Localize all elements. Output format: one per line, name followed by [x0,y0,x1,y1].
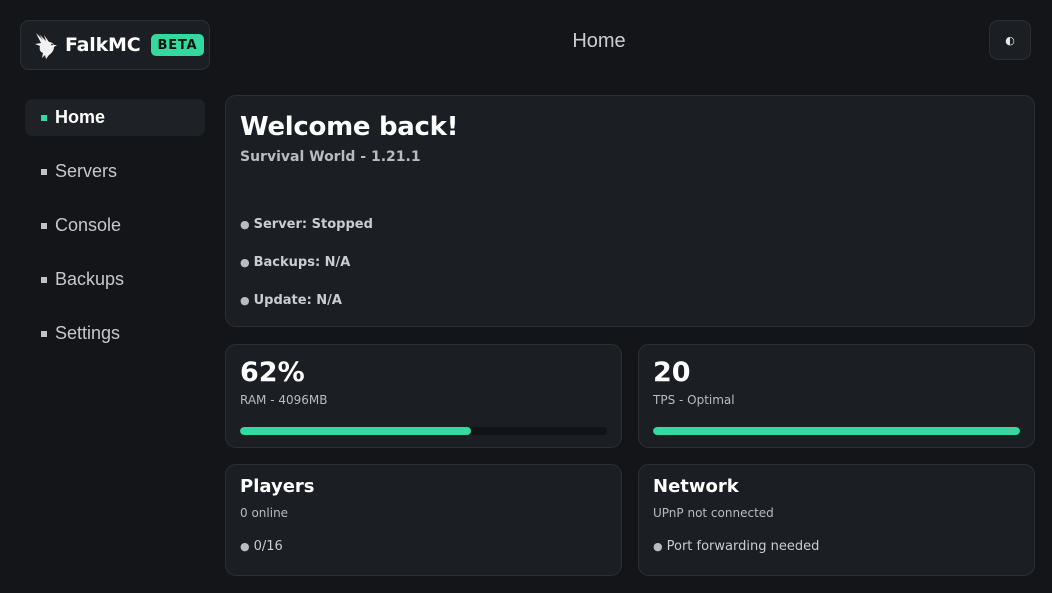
beta-badge: BETA [150,34,205,56]
tps-value: 20 [653,357,691,388]
dot-icon: ● [653,540,663,553]
brand-name: FalkMC [65,34,141,56]
status-text: Server: Stopped [253,217,373,232]
sidebar-item-backups[interactable]: Backups [25,261,205,298]
half-circle-icon: ◐ [1005,33,1015,47]
sidebar-item-servers[interactable]: Servers [25,153,205,190]
sidebar-item-console[interactable]: Console [25,207,205,244]
ram-progress-bar [240,427,607,435]
server-subtitle: Survival World - 1.21.1 [240,149,421,165]
app-root: FalkMC BETA Home ◐ Home Servers Console … [0,0,1052,593]
ram-card: 62% RAM - 4096MB [225,344,622,448]
sidebar-item-label: Console [55,215,122,235]
status-item-backups: ● Backups: N/A [240,255,373,293]
brand-logo[interactable]: FalkMC BETA [20,20,210,70]
sidebar-item-home[interactable]: Home [25,99,205,136]
sidebar-item-label: Backups [55,269,125,289]
players-online: 0 online [240,506,289,520]
dot-icon: ● [240,294,250,307]
status-list: ● Server: Stopped ● Backups: N/A ● Update: … [240,217,373,331]
tps-card: 20 TPS - Optimal [638,344,1035,448]
falcon-icon [35,33,57,59]
sidebar-item-settings[interactable]: Settings [25,315,205,352]
welcome-title: Welcome back! [240,112,459,142]
tps-label: TPS - Optimal [653,393,735,407]
players-title: Players [240,476,315,497]
players-count: ● 0/16 [240,539,607,554]
players-count-text: 0/16 [253,539,283,554]
square-bullet-icon [41,114,47,121]
status-text: Update: N/A [253,293,342,308]
dot-icon: ● [240,256,250,269]
status-item-update: ● Update: N/A [240,293,373,331]
tps-progress-fill [653,427,1020,435]
sidebar-item-label: Settings [55,323,121,343]
sidebar-item-label: Home [55,107,106,127]
ram-label: RAM - 4096MB [240,393,328,407]
sidebar-nav: Home Servers Console Backups Settings [25,99,205,369]
network-card: Network UPnP not connected ● Port forward… [638,464,1035,576]
ram-progress-fill [240,427,472,435]
page-title: Home [572,30,626,52]
theme-toggle-button[interactable]: ◐ [989,20,1031,60]
welcome-card: Welcome back! Survival World - 1.21.1 ● S… [225,95,1035,327]
ram-value: 62% [240,357,305,388]
network-title: Network [653,476,739,497]
port-forwarding-note: ● Port forwarding needed [653,539,1020,554]
status-text: Backups: N/A [253,255,351,270]
upnp-status: UPnP not connected [653,506,774,520]
sidebar-item-label: Servers [55,161,118,181]
players-card: Players 0 online ● 0/16 [225,464,622,576]
dot-icon: ● [240,218,250,231]
square-bullet-icon [41,330,47,337]
dot-icon: ● [240,540,250,553]
tps-progress-bar [653,427,1020,435]
square-bullet-icon [41,276,47,283]
status-item-server: ● Server: Stopped [240,217,373,255]
square-bullet-icon [41,168,47,175]
square-bullet-icon [41,222,47,229]
port-forwarding-text: Port forwarding needed [666,539,820,554]
